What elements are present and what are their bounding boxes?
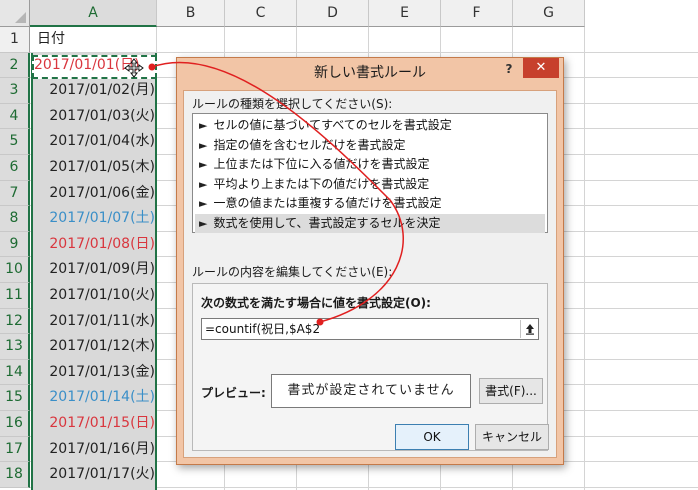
row-header-7[interactable]: 7 xyxy=(0,180,30,207)
rule-type-item[interactable]: ► セルの値に基づいてすべてのセルを書式設定 xyxy=(195,116,545,135)
formula-text: =countif(祝日,$A$2 xyxy=(205,322,321,336)
bullet-arrow-icon: ► xyxy=(199,197,208,210)
row-header-12[interactable]: 12 xyxy=(0,308,30,335)
row-header-15[interactable]: 15 xyxy=(0,385,30,411)
date-cell[interactable]: 2017/01/05(木) xyxy=(34,155,158,181)
bullet-arrow-icon: ► xyxy=(199,158,208,171)
column-header-c[interactable]: C xyxy=(225,0,297,27)
rule-type-label-text: 平均より上または下の値だけを書式設定 xyxy=(213,176,430,191)
row-header-5[interactable]: 5 xyxy=(0,129,30,155)
rule-type-item[interactable]: ► 一意の値または重複する値だけを書式設定 xyxy=(195,194,545,213)
gridline-column xyxy=(584,27,585,490)
row-header-2[interactable]: 2 xyxy=(0,52,30,79)
rule-type-item[interactable]: ► 平均より上または下の値だけを書式設定 xyxy=(195,175,545,194)
rule-type-label-text: 上位または下位に入る値だけを書式設定 xyxy=(213,157,430,171)
select-all-corner[interactable] xyxy=(0,0,30,27)
row-header-18[interactable]: 18 xyxy=(0,462,30,488)
help-button[interactable]: ? xyxy=(499,58,519,80)
row-header-10[interactable]: 10 xyxy=(0,257,30,283)
row-header-6[interactable]: 6 xyxy=(0,155,30,181)
date-cell[interactable]: 2017/01/02(月) xyxy=(34,78,158,104)
date-cell[interactable]: 2017/01/16(月) xyxy=(34,437,158,463)
preview-box: 書式が設定されていません xyxy=(271,374,471,408)
date-cell[interactable]: 2017/01/08(日) xyxy=(34,232,158,258)
selection-border-left xyxy=(31,53,33,490)
row-header-16[interactable]: 16 xyxy=(0,411,30,437)
row-header-17[interactable]: 17 xyxy=(0,436,30,463)
column-header-f[interactable]: F xyxy=(441,0,513,27)
rule-type-label-text: セルの値に基づいてすべてのセルを書式設定 xyxy=(213,118,452,132)
close-button[interactable]: ✕ xyxy=(523,58,559,78)
collapse-dialog-button[interactable] xyxy=(520,320,538,338)
rule-edit-label: ルールの内容を編集してください(E): xyxy=(192,265,393,279)
rule-type-item[interactable]: ► 指定の値を含むセルだけを書式設定 xyxy=(195,136,545,155)
column-header-d[interactable]: D xyxy=(297,0,369,27)
date-cell[interactable]: 2017/01/09(月) xyxy=(34,257,158,283)
column-header-b[interactable]: B xyxy=(157,0,225,27)
column-header-g[interactable]: G xyxy=(513,0,585,27)
row-header-8[interactable]: 8 xyxy=(0,206,30,232)
row-header-11[interactable]: 11 xyxy=(0,283,30,309)
rule-type-item[interactable]: ► 上位または下位に入る値だけを書式設定 xyxy=(195,155,545,174)
move-cursor-icon xyxy=(124,58,144,78)
rule-type-label-text: 一意の値または重複する値だけを書式設定 xyxy=(213,196,442,210)
dialog-body: ルールの種類を選択してください(S): ► セルの値に基づいてすべてのセルを書式設… xyxy=(183,90,557,458)
date-cell[interactable]: 2017/01/14(土) xyxy=(34,385,158,411)
column-header-a[interactable]: A xyxy=(30,0,157,27)
date-cell[interactable]: 2017/01/10(火) xyxy=(34,283,158,309)
date-cell[interactable]: 2017/01/07(土) xyxy=(34,206,158,232)
preview-label: プレビュー: xyxy=(201,386,266,400)
formula-label: 次の数式を満たす場合に値を書式設定(O): xyxy=(201,296,431,310)
date-cell[interactable]: 2017/01/13(金) xyxy=(34,360,158,386)
collapse-arrow-icon xyxy=(525,324,534,335)
rule-type-item[interactable]: ► 数式を使用して、書式設定するセルを決定 xyxy=(195,213,545,233)
bullet-arrow-icon: ► xyxy=(199,216,208,230)
format-button[interactable]: 書式(F)... xyxy=(479,378,543,404)
date-cell[interactable]: 2017/01/12(木) xyxy=(34,334,158,360)
bullet-arrow-icon: ► xyxy=(199,119,208,132)
bullet-arrow-icon: ► xyxy=(199,138,208,152)
row-header-4[interactable]: 4 xyxy=(0,103,30,130)
row-header-14[interactable]: 14 xyxy=(0,359,30,386)
date-cell[interactable]: 2017/01/06(金) xyxy=(34,181,158,207)
row-header-9[interactable]: 9 xyxy=(0,231,30,258)
formula-input[interactable]: =countif(祝日,$A$2 xyxy=(201,318,539,340)
row-header-3[interactable]: 3 xyxy=(0,78,30,104)
date-cell[interactable]: 2017/01/11(水) xyxy=(34,309,158,335)
date-cell[interactable]: 2017/01/03(火) xyxy=(34,104,158,130)
rule-type-label-text: 数式を使用して、書式設定するセルを決定 xyxy=(213,215,441,230)
bullet-arrow-icon: ► xyxy=(199,177,208,191)
date-cell[interactable]: 2017/01/15(日) xyxy=(34,411,158,437)
rule-type-list[interactable]: ► セルの値に基づいてすべてのセルを書式設定 ► 指定の値を含むセルだけを書式設定 ► 上… xyxy=(192,113,548,233)
column-header-e[interactable]: E xyxy=(369,0,441,27)
rule-type-label-text: 指定の値を含むセルだけを書式設定 xyxy=(213,137,406,152)
date-cell[interactable]: 2017/01/04(水) xyxy=(34,129,158,155)
rule-type-label: ルールの種類を選択してください(S): xyxy=(192,97,393,111)
new-formatting-rule-dialog: 新しい書式ルール ? ✕ ルールの種類を選択してください(S): ► セルの値に基… xyxy=(176,57,564,465)
ok-button[interactable]: OK xyxy=(395,424,469,450)
cell-a1-header[interactable]: 日付 xyxy=(34,27,158,53)
row-header-13[interactable]: 13 xyxy=(0,334,30,360)
cancel-button[interactable]: キャンセル xyxy=(475,424,549,450)
date-cell[interactable]: 2017/01/17(火) xyxy=(34,462,158,488)
row-header-1[interactable]: 1 xyxy=(0,27,30,53)
